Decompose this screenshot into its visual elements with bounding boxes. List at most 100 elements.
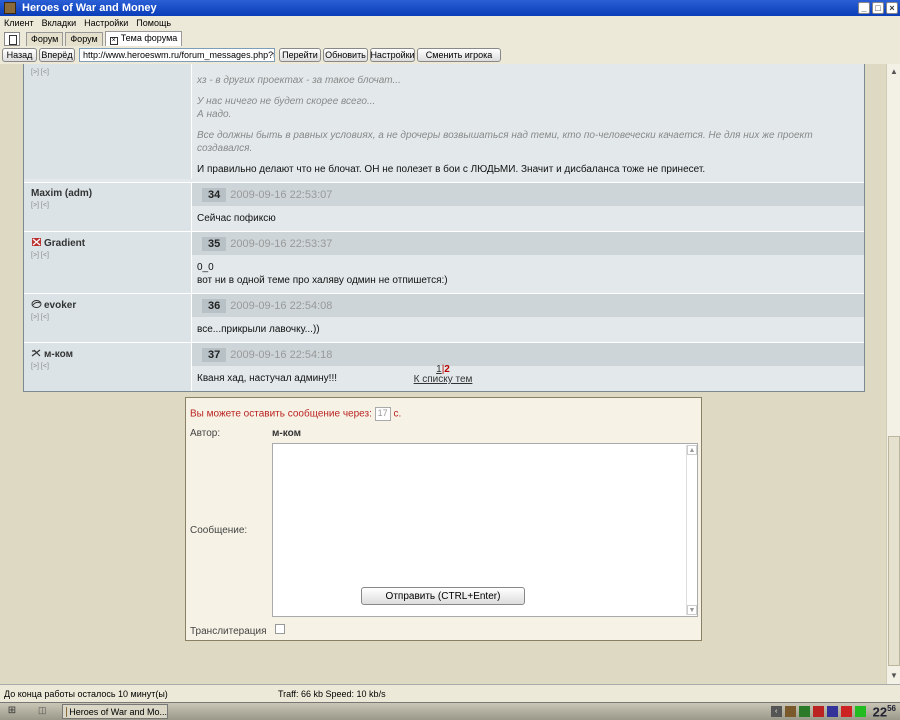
post-author-name[interactable]: Gradient [44,238,85,249]
author-value: м-ком [272,428,301,439]
clock-hours: 22 [872,704,888,720]
go-button[interactable]: Перейти [279,47,321,62]
refresh-button[interactable]: Обновить [323,47,368,62]
post-number[interactable]: 34 [202,187,227,202]
menu-settings[interactable]: Настройки [84,18,128,28]
clan-icon [31,300,42,308]
post-author-name[interactable]: evoker [44,300,76,311]
wait-label: Вы можете оставить сообщение через: [190,408,372,420]
scroll-up-icon[interactable]: ▲ [687,445,697,455]
minimize-button[interactable]: _ [858,2,870,14]
post-links[interactable]: [>] [<] [31,69,184,76]
message-label: Сообщение: [190,525,248,536]
post-links[interactable]: [>] [<] [31,252,184,259]
tab-forum-2[interactable]: Форум [65,32,103,46]
translit-label: Транслитерация [190,626,267,637]
textarea-scrollbar[interactable]: ▲ ▼ [686,445,697,615]
translit-checkbox[interactable] [275,624,285,634]
post-header: 37 2009-09-16 22:54:18 [192,343,864,366]
post-timestamp: 2009-09-16 22:53:07 [230,188,333,201]
window-titlebar: Heroes of War and Money _ □ × [0,0,900,16]
close-tab-icon[interactable]: × [109,37,118,45]
scroll-down-icon[interactable]: ▼ [687,605,697,615]
tray-icon[interactable] [854,705,866,717]
wait-unit: с. [393,408,402,420]
post-author-cell: Maxim (adm) [>] [<] [24,183,192,231]
tab-forum-topic-label: Тема форума [120,33,178,43]
post-number[interactable]: 37 [202,347,227,362]
clan-icon [32,238,41,246]
close-button[interactable]: × [886,2,898,14]
post-author-name[interactable]: м-ком [44,349,73,360]
tray-icon[interactable]: ‹ [770,705,782,717]
post-timestamp: 2009-09-16 22:54:08 [230,299,333,312]
post-links[interactable]: [>] [<] [31,314,184,321]
traffic-status: Traff: 66 kb Speed: 10 kb/s [278,689,386,699]
post-links[interactable]: [>] [<] [31,202,184,209]
tab-row: Форум Форум × Тема форума [0,30,900,46]
scroll-down-icon[interactable]: ▼ [888,670,900,682]
tray-icon[interactable] [812,705,824,717]
author-label: Автор: [190,428,221,439]
tab-forum-1[interactable]: Форум [26,32,64,46]
menu-bar: Клиент Вкладки Настройки Помощь [0,16,900,30]
tray-game-icon[interactable] [784,705,796,717]
forum-messages-table: [>] [<] хз - в других проектах - за тако… [23,64,865,392]
window-title: Heroes of War and Money [22,2,157,14]
clan-icon [31,349,41,357]
post-body: хз - в других проектах - за такое блочат… [192,64,864,182]
quick-launch-icon[interactable]: ◫ [38,705,54,719]
post-text: 0_0 вот ни в одной теме про халяву одмин… [197,262,448,286]
tray-icon[interactable] [840,705,852,717]
post-timestamp: 2009-09-16 22:54:18 [230,348,333,361]
post-author-cell: Gradient [>] [<] [24,232,192,293]
page-scrollbar[interactable]: ▲ ▼ [886,64,900,684]
post-header: 36 2009-09-16 22:54:08 [192,294,864,317]
maximize-button[interactable]: □ [872,2,884,14]
nav-bar: Назад Вперёд http://www.heroeswm.ru/foru… [0,46,900,63]
menu-client[interactable]: Клиент [4,18,34,28]
back-to-topic-list-link[interactable]: К списку тем [0,374,886,385]
start-icon[interactable]: ⊞ [4,705,20,719]
post-text: И правильно делают что не блочат. ОН не … [197,164,706,175]
work-time-status: До конца работы осталось 10 минут(ы) [4,689,168,699]
system-tray: ‹ 2256 [770,704,900,719]
taskbar-app-item[interactable]: Heroes of War and Mo... [62,704,168,719]
wait-counter: 17 [374,407,391,421]
send-button[interactable]: Отправить (CTRL+Enter) [361,587,525,605]
post-header: 35 2009-09-16 22:53:37 [192,232,864,255]
new-tab-icon[interactable] [4,32,20,46]
post-quote: Все должны быть в равных условиях, а не … [197,130,813,154]
post-timestamp: 2009-09-16 22:53:37 [230,237,333,250]
post-author-name[interactable]: Maxim (adm) [31,188,184,199]
tab-forum-topic[interactable]: × Тема форума [104,31,183,46]
post-quote: хз - в других проектах - за такое блочат… [197,75,401,86]
post-header: 34 2009-09-16 22:53:07 [192,183,864,206]
menu-help[interactable]: Помощь [136,18,171,28]
scroll-up-icon[interactable]: ▲ [888,66,900,78]
post-text: Сейчас пофиксю [197,213,276,224]
switch-player-button[interactable]: Сменить игрока [417,47,501,62]
forward-button[interactable]: Вперёд [39,47,75,62]
post-text: все...прикрыли лавочку...)) [197,324,320,335]
post-number[interactable]: 36 [202,298,227,313]
app-icon [4,2,16,14]
taskbar: ⊞ ◫ Heroes of War and Mo... ‹ 2256 [0,702,900,720]
table-row: Gradient [>] [<] 35 2009-09-16 22:53:37 … [24,231,864,293]
clock-minutes: 56 [887,703,896,713]
table-row: Maxim (adm) [>] [<] 34 2009-09-16 22:53:… [24,182,864,231]
scroll-thumb[interactable] [888,436,900,666]
table-row: evoker [>] [<] 36 2009-09-16 22:54:08 вс… [24,293,864,342]
post-quote: У нас ничего не будет скорее всего... А … [197,96,376,120]
table-row: [>] [<] хз - в других проектах - за тако… [24,64,864,182]
post-number[interactable]: 35 [202,236,227,251]
post-author-cell: evoker [>] [<] [24,294,192,342]
settings-button[interactable]: Настройки [370,47,415,62]
taskbar-clock: 2256 [873,704,896,719]
post-author-cell: [>] [<] [24,64,192,179]
tray-icon[interactable] [826,705,838,717]
menu-tabs[interactable]: Вкладки [42,18,77,28]
back-button[interactable]: Назад [2,47,37,62]
tray-icon[interactable] [798,705,810,717]
url-input[interactable]: http://www.heroeswm.ru/forum_messages.ph… [79,47,275,62]
